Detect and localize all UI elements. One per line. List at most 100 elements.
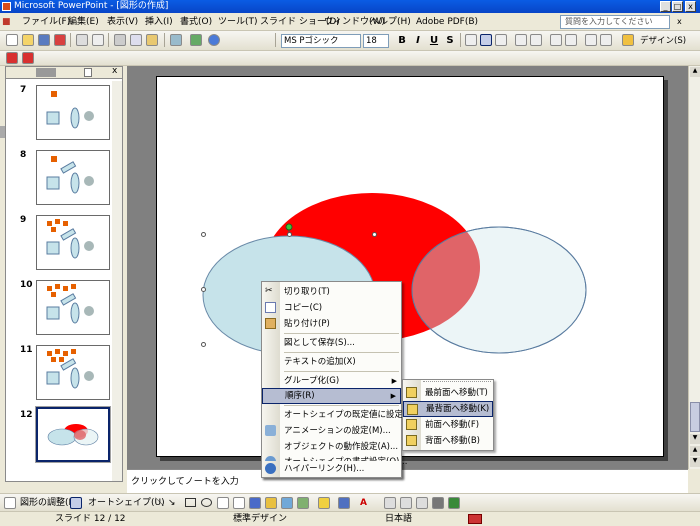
menu-bring-to-front[interactable]: 最前面へ移動(T) [403, 385, 493, 401]
help-icon[interactable] [208, 34, 220, 46]
convert-pdf-mail-icon[interactable] [22, 52, 34, 64]
menu-add-text[interactable]: テキストの追加(X) [262, 354, 401, 370]
increase-font-icon[interactable] [550, 34, 562, 46]
shadow-style-icon[interactable] [432, 497, 444, 509]
slide-thumbnail-7[interactable] [36, 85, 110, 140]
dash-style-icon[interactable] [400, 497, 412, 509]
menu-format[interactable]: 書式(O) [180, 13, 212, 31]
menu-help[interactable]: ヘルプ(H) [370, 13, 411, 31]
resize-handle[interactable] [201, 287, 206, 292]
line-color-icon[interactable] [338, 497, 350, 509]
menu-hyperlink[interactable]: ハイパーリンク(H)... [262, 461, 401, 477]
spelling-icon[interactable] [92, 34, 104, 46]
arrow-style-icon[interactable] [416, 497, 428, 509]
font-color-icon[interactable] [622, 34, 634, 46]
increase-indent-icon[interactable] [600, 34, 612, 46]
doc-close-icon[interactable]: x [677, 13, 682, 31]
slide-thumbnail-11[interactable] [36, 345, 110, 400]
spell-check-icon[interactable] [468, 514, 482, 524]
doc-menu-icon[interactable]: ■ [2, 13, 20, 31]
align-right-icon[interactable] [495, 34, 507, 46]
menu-edit[interactable]: 編集(E) [68, 13, 99, 31]
menu-paste[interactable]: 貼り付け(P) [262, 316, 401, 332]
vertical-textbox-icon[interactable] [233, 497, 245, 509]
rotation-handle[interactable] [285, 223, 293, 231]
minimize-button[interactable]: _ [660, 1, 671, 12]
oval-icon[interactable] [201, 498, 212, 507]
menu-order[interactable]: 順序(R) ▶ [262, 388, 401, 404]
pane-scrollbar[interactable] [112, 81, 122, 481]
close-button[interactable]: x [685, 1, 696, 12]
copy-icon[interactable] [130, 34, 142, 46]
menu-cut[interactable]: ✂ 切り取り(T) [262, 284, 401, 300]
menu-send-to-back[interactable]: 最背面へ移動(K) [403, 401, 493, 417]
bold-button[interactable]: B [395, 34, 409, 48]
notes-pane[interactable]: クリックしてノートを入力 [127, 469, 688, 493]
chart-icon[interactable] [190, 34, 202, 46]
decrease-indent-icon[interactable] [585, 34, 597, 46]
italic-button[interactable]: I [411, 34, 425, 48]
font-select[interactable]: MS Pゴシック [281, 34, 361, 48]
menu-group[interactable]: グループ化(G) ▶ [262, 373, 401, 389]
arrow-icon[interactable]: ↘ [168, 494, 176, 512]
permission-icon[interactable] [54, 34, 66, 46]
decrease-font-icon[interactable] [565, 34, 577, 46]
menu-adobe-pdf[interactable]: Adobe PDF(B) [416, 13, 478, 31]
resize-handle[interactable] [201, 342, 206, 347]
menu-bring-forward[interactable]: 前面へ移動(F) [403, 417, 493, 433]
maximize-button[interactable]: □ [672, 1, 683, 12]
print-icon[interactable] [76, 34, 88, 46]
open-icon[interactable] [22, 34, 34, 46]
menu-action-settings[interactable]: オブジェクトの動作設定(A)... [262, 439, 401, 455]
slide-thumbnail-9[interactable] [36, 215, 110, 270]
convert-pdf-icon[interactable] [6, 52, 18, 64]
new-icon[interactable] [6, 34, 18, 46]
help-search-input[interactable]: 質問を入力してください [560, 15, 670, 29]
vertical-scrollbar[interactable]: ▲ ▼ ▲ ▼ [688, 66, 700, 469]
menu-save-as-picture[interactable]: 図として保存(S)... [262, 335, 401, 351]
next-slide-icon[interactable]: ▼ [690, 457, 700, 467]
menu-set-default[interactable]: オートシェイプの既定値に設定(D) [262, 407, 416, 423]
slide-thumbnail-8[interactable] [36, 150, 110, 205]
bullets-icon[interactable] [530, 34, 542, 46]
menu-send-backward[interactable]: 背面へ移動(B) [403, 433, 493, 449]
font-color-a-icon[interactable]: A [360, 494, 367, 512]
numbering-icon[interactable] [515, 34, 527, 46]
menu-file[interactable]: ファイル(F) [22, 13, 70, 31]
paste-icon[interactable] [146, 34, 158, 46]
diagram-icon[interactable] [265, 497, 277, 509]
line-icon[interactable]: ＼ [155, 494, 164, 512]
font-size-select[interactable]: 18 [363, 34, 389, 48]
autoshape-menu[interactable]: オートシェイプ(U) [88, 494, 165, 512]
scroll-up-icon[interactable]: ▲ [690, 67, 700, 77]
underline-button[interactable]: U [427, 34, 441, 48]
prev-slide-icon[interactable]: ▲ [690, 446, 700, 456]
pane-close-icon[interactable]: x [112, 66, 117, 76]
wordart-icon[interactable] [249, 497, 261, 509]
menu-animation[interactable]: アニメーションの設定(M)... [262, 423, 401, 439]
menu-tools[interactable]: ツール(T) [218, 13, 258, 31]
scroll-thumb[interactable] [690, 402, 700, 432]
shadow-button[interactable]: S [443, 34, 457, 48]
line-style-icon[interactable] [384, 497, 396, 509]
rectangle-icon[interactable] [185, 498, 196, 507]
save-icon[interactable] [38, 34, 50, 46]
scroll-down-icon[interactable]: ▼ [690, 434, 700, 444]
slide-thumbnail-12[interactable] [35, 406, 111, 463]
menu-insert[interactable]: 挿入(I) [145, 13, 173, 31]
design-button[interactable]: デザイン(S) [640, 34, 696, 48]
cut-icon[interactable] [114, 34, 126, 46]
align-left-icon[interactable] [465, 34, 477, 46]
align-center-icon[interactable] [480, 34, 492, 46]
tab-outline[interactable] [36, 68, 56, 77]
resize-handle[interactable] [287, 232, 292, 237]
fill-color-icon[interactable] [318, 497, 330, 509]
tab-slides[interactable] [84, 68, 92, 77]
picture-icon[interactable] [297, 497, 309, 509]
menu-copy[interactable]: コピー(C) [262, 300, 401, 316]
resize-handle[interactable] [201, 232, 206, 237]
select-objects-icon[interactable] [70, 497, 82, 509]
clipart-icon[interactable] [281, 497, 293, 509]
resize-handle[interactable] [372, 232, 377, 237]
slide-thumbnail-10[interactable] [36, 280, 110, 335]
